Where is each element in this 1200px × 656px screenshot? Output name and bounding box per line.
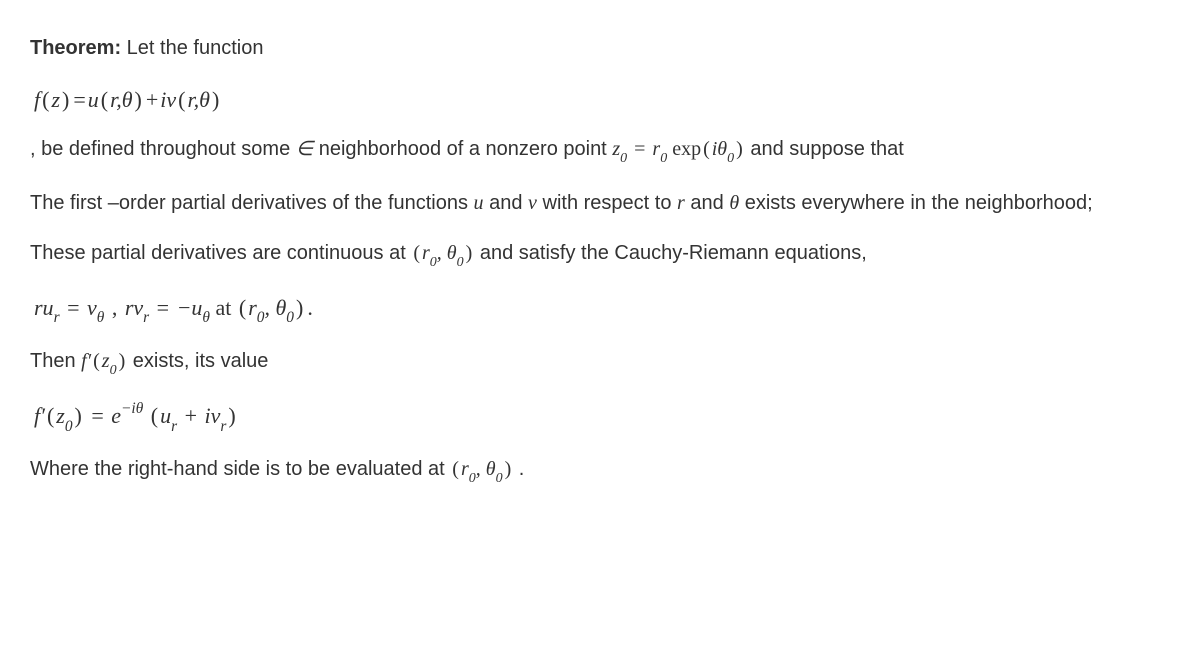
cond1-c: with respect to (543, 192, 678, 214)
definition-suffix: and suppose that (750, 138, 903, 160)
conclusion-a: Then (30, 350, 81, 372)
epsilon-symbol: ∈ (296, 133, 313, 165)
v-symbol: v (528, 187, 537, 219)
derivative-formula: f′(z0) = e−iθ (ur + ivr) (34, 398, 1170, 437)
definition-mid: neighborhood of a nonzero point (319, 138, 613, 160)
cond2-b: and satisfy the Cauchy-Riemann equations… (480, 242, 867, 264)
cauchy-riemann-equations: rur = vθ , rvr = −uθ at (r0, θ0). (34, 290, 1170, 329)
condition-2: These partial derivatives are continuous… (30, 237, 1170, 272)
u-symbol: u (474, 187, 484, 219)
z0-expression: z0 = r0 exp(iθ0) (612, 133, 745, 168)
cond1-d: and (690, 192, 729, 214)
equation-fz-expr: f(z)=u(r,θ)+iv(r,θ) (34, 82, 221, 117)
cond1-b: and (489, 192, 528, 214)
theta-symbol: θ (729, 187, 739, 219)
evaluation-note: Where the right-hand side is to be evalu… (30, 453, 1170, 488)
cond1-a: The first –order partial derivatives of … (30, 192, 474, 214)
r0theta0-1: (r0, θ0) (411, 237, 474, 272)
theorem-intro-text: Let the function (121, 37, 263, 59)
definition-prefix: , be defined throughout some (30, 138, 296, 160)
cr-equations-expr: rur = vθ , rvr = −uθ at (r0, θ0). (34, 290, 315, 329)
cond1-e: exists everywhere in the neighborhood; (745, 192, 1093, 214)
eval-b: . (519, 458, 525, 480)
equation-fz: f(z)=u(r,θ)+iv(r,θ) (34, 82, 1170, 117)
theorem-intro-line: Theorem: Let the function (30, 32, 1170, 64)
cond2-a: These partial derivatives are continuous… (30, 242, 411, 264)
r0theta0-2: (r0, θ0) (450, 453, 513, 488)
r-symbol: r (677, 187, 685, 219)
definition-line: , be defined throughout some ∈ neighborh… (30, 133, 1170, 168)
fprime-z0: f′(z0) (81, 345, 127, 380)
conclusion-b: exists, its value (133, 350, 269, 372)
eval-a: Where the right-hand side is to be evalu… (30, 458, 450, 480)
conclusion-line: Then f′(z0) exists, its value (30, 345, 1170, 380)
derivative-formula-expr: f′(z0) = e−iθ (ur + ivr) (34, 398, 238, 437)
theorem-label: Theorem: (30, 37, 121, 59)
condition-1: The first –order partial derivatives of … (30, 187, 1170, 219)
